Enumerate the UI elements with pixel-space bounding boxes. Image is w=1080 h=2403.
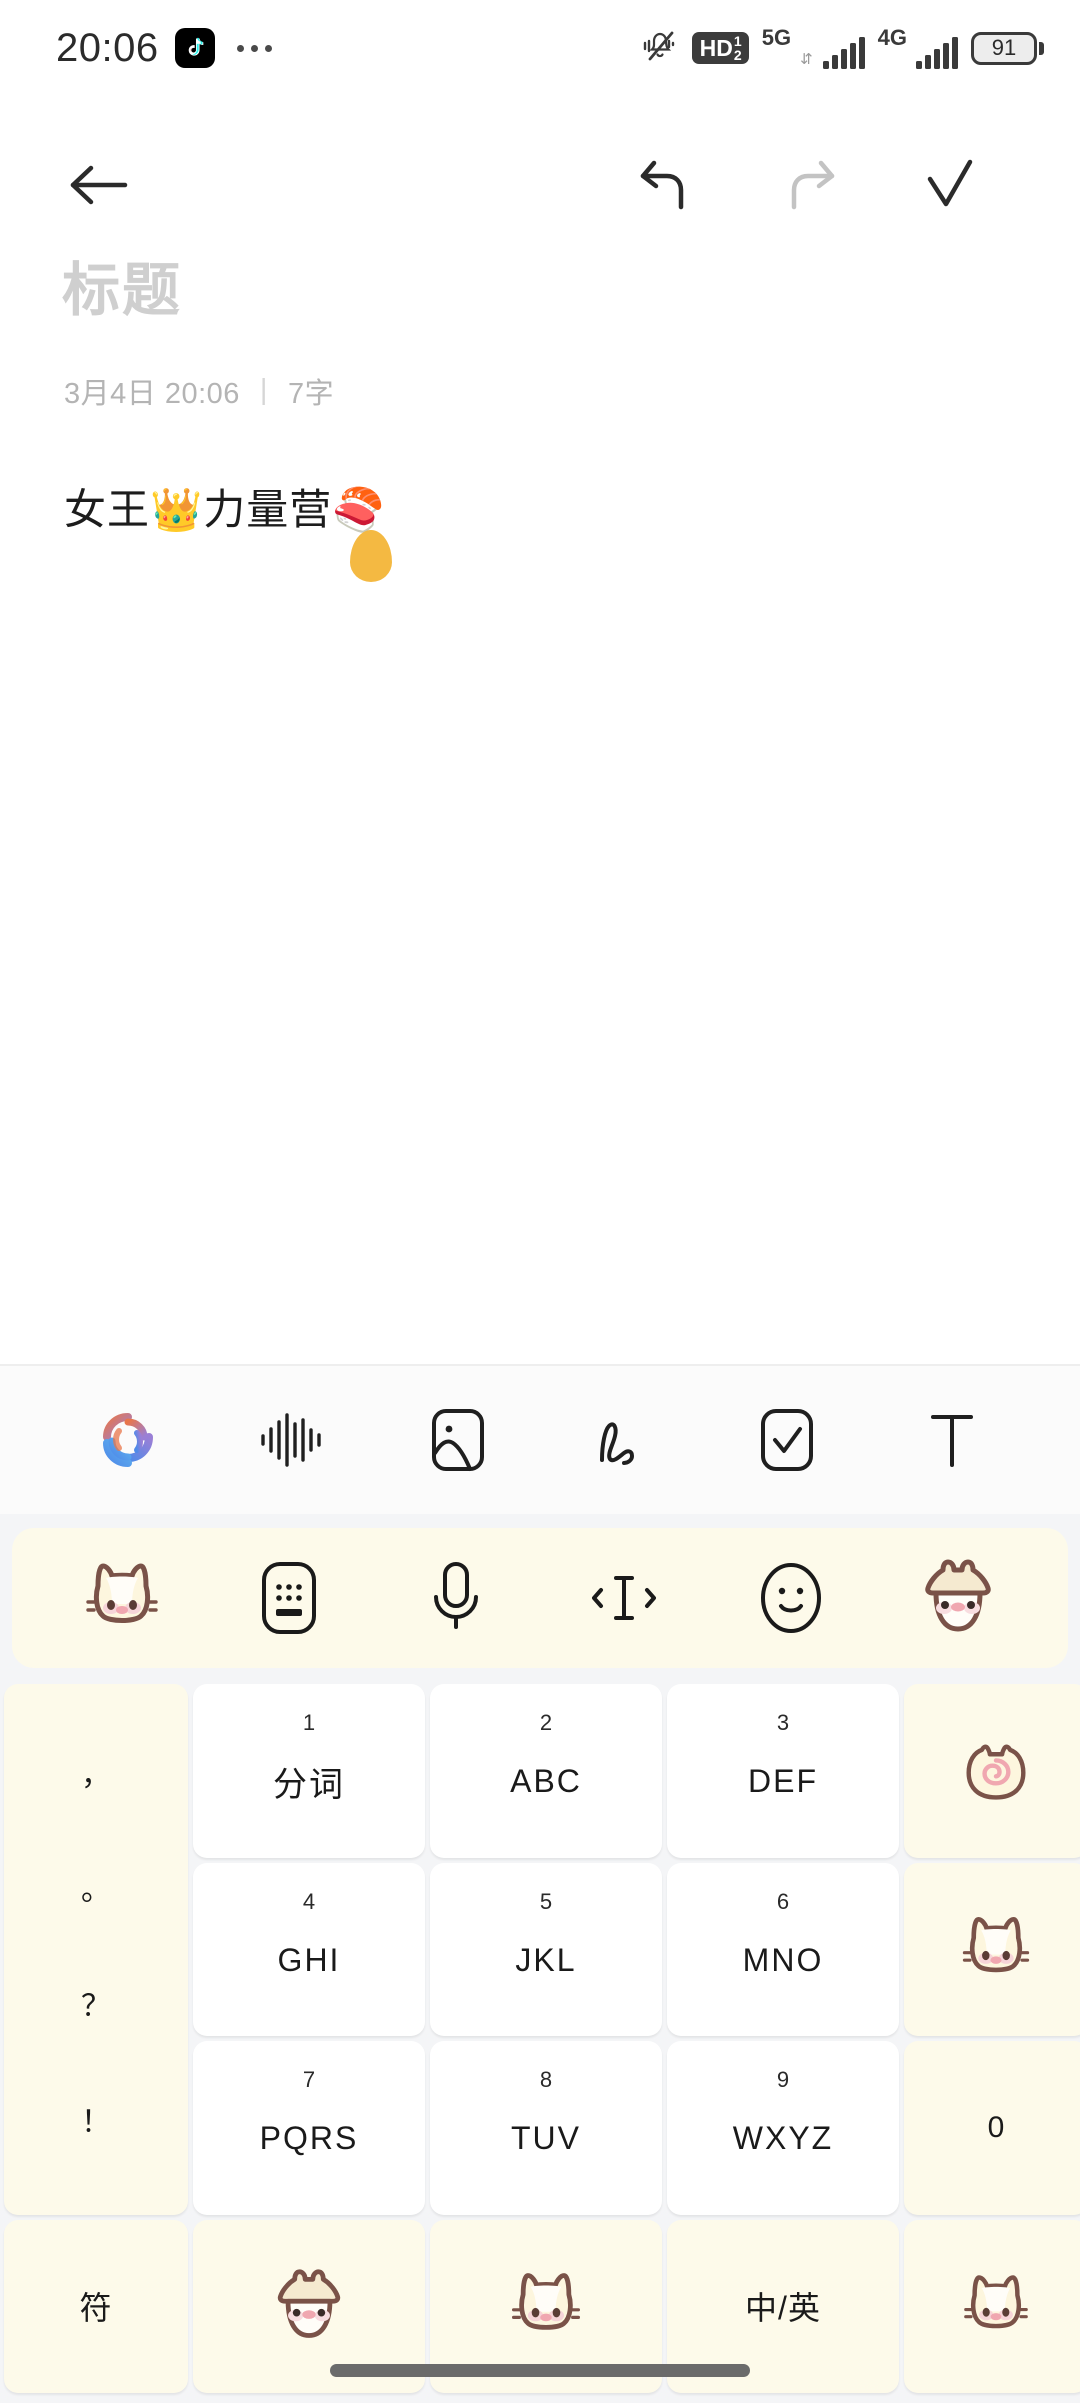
key-label: MNO <box>742 1941 824 1978</box>
key-number: 5 <box>539 1888 553 1914</box>
keyboard-switch-icon[interactable] <box>241 1550 337 1646</box>
microphone-icon[interactable] <box>408 1550 504 1646</box>
key-0[interactable]: 0 <box>904 2041 1080 2215</box>
status-bar: 20:06 HD 1 2 5G ⇵ 4G 91 <box>0 0 1080 96</box>
tiktok-icon <box>174 28 215 68</box>
hd-voice-icon: HD 1 2 <box>691 32 749 64</box>
keyboard-key-grid: ， 。 ？ ！ 1 分词 2 ABC 3 DEF 4 GHI 5 JKL 6 M… <box>0 1680 1080 2403</box>
note-body-value: 女王👑力量营🍣 <box>64 485 386 533</box>
text-format-icon[interactable] <box>904 1392 1000 1488</box>
redo-button[interactable] <box>765 150 855 220</box>
key-label: 符 <box>79 2290 113 2327</box>
punct-exclaim: ！ <box>81 2105 111 2139</box>
punct-comma: ， <box>81 1758 111 1792</box>
mascot-hat-icon[interactable] <box>910 1550 1006 1646</box>
mute-vibrate-icon <box>641 29 679 68</box>
key-3-def[interactable]: 3 DEF <box>667 1684 899 1858</box>
key-label: DEF <box>748 1763 818 1800</box>
app-screen: 20:06 HD 1 2 5G ⇵ 4G 91 标题 3月4日 20:06 | … <box>0 0 1080 2403</box>
key-number: 1 <box>302 1710 316 1735</box>
punctuation-key[interactable]: ， 。 ？ ！ <box>4 1684 188 2215</box>
key-8-tuv[interactable]: 8 TUV <box>430 2041 662 2215</box>
note-metadata: 3月4日 20:06 | 7字 <box>0 370 1080 412</box>
signal-5g: 5G ⇵ <box>762 27 865 69</box>
note-title-input[interactable]: 标题 <box>0 255 1080 328</box>
battery-level: 91 <box>991 35 1017 60</box>
emoji-smiley-icon[interactable] <box>743 1550 839 1646</box>
key-6-mno[interactable]: 6 MNO <box>667 1862 899 2036</box>
key-9-wxyz[interactable]: 9 WXYZ <box>667 2041 899 2215</box>
status-bar-left: 20:06 <box>56 26 272 71</box>
note-word-count: 7字 <box>287 377 335 410</box>
signal-bars-secondary <box>916 37 958 69</box>
hd-sub-top: 1 <box>733 33 742 49</box>
key-label: JKL <box>515 1941 577 1978</box>
hd-sub-bottom: 2 <box>733 47 742 63</box>
key-label: 中/英 <box>745 2290 821 2327</box>
note-content-area[interactable]: 标题 3月4日 20:06 | 7字 女王👑力量营🍣 <box>0 255 1080 582</box>
confirm-button[interactable] <box>905 150 995 220</box>
key-label: WXYZ <box>732 2120 834 2157</box>
key-5-jkl[interactable]: 5 JKL <box>430 1862 662 2036</box>
battery-indicator: 91 <box>971 31 1044 65</box>
key-number: 3 <box>776 1710 790 1735</box>
soft-keyboard: ， 。 ？ ！ 1 分词 2 ABC 3 DEF 4 GHI 5 JKL 6 M… <box>0 1514 1080 2403</box>
key-2-abc[interactable]: 2 ABC <box>430 1684 662 1858</box>
key-label: TUV <box>511 2120 581 2157</box>
mascot-cat-icon[interactable] <box>74 1550 170 1646</box>
status-time: 20:06 <box>56 25 159 70</box>
key-1-fenci[interactable]: 1 分词 <box>193 1684 425 1858</box>
handwriting-icon[interactable] <box>574 1392 670 1488</box>
symbols-key[interactable]: 符 <box>4 2219 188 2393</box>
voice-waveform-icon[interactable] <box>245 1392 341 1488</box>
key-number: 4 <box>302 1888 316 1914</box>
keyboard-toolbar <box>12 1528 1068 1668</box>
punct-period: 。 <box>81 1874 111 1908</box>
key-number: 6 <box>776 1888 790 1914</box>
clear-mascot-icon[interactable] <box>904 1862 1080 2036</box>
key-number: 9 <box>776 2067 790 2092</box>
backspace-mascot-icon[interactable] <box>904 1684 1080 1858</box>
key-label: GHI <box>277 1941 341 1978</box>
key-label: 0 <box>987 2110 1005 2144</box>
key-number: 7 <box>302 2067 316 2092</box>
key-label: PQRS <box>259 2120 359 2157</box>
enter-mascot-key[interactable] <box>904 2219 1080 2393</box>
key-label: ABC <box>510 1763 582 1800</box>
key-4-ghi[interactable]: 4 GHI <box>193 1862 425 2036</box>
status-bar-right: HD 1 2 5G ⇵ 4G 91 <box>641 27 1044 69</box>
partial-emoji-drop-icon <box>350 529 392 582</box>
network-label-primary: 5G <box>761 25 792 50</box>
more-dots-icon <box>236 44 272 52</box>
key-7-pqrs[interactable]: 7 PQRS <box>193 2041 425 2215</box>
key-number: 8 <box>539 2067 553 2092</box>
cursor-move-icon[interactable] <box>576 1550 672 1646</box>
image-icon[interactable] <box>410 1392 506 1488</box>
undo-button[interactable] <box>620 150 710 220</box>
hd-label: HD <box>699 34 733 61</box>
network-label-secondary: 4G <box>877 25 907 50</box>
ai-assistant-icon[interactable] <box>80 1392 176 1488</box>
key-number: 2 <box>539 1710 553 1735</box>
note-tool-row <box>0 1366 1080 1514</box>
editor-toolbar <box>0 130 1080 240</box>
checklist-icon[interactable] <box>739 1392 835 1488</box>
back-button[interactable] <box>55 150 145 220</box>
home-indicator[interactable] <box>330 2364 750 2377</box>
note-date: 3月4日 20:06 <box>64 377 240 410</box>
data-transfer-icon: ⇵ <box>800 51 813 68</box>
meta-separator: | <box>259 374 268 406</box>
signal-bars-primary <box>822 37 865 69</box>
key-label: 分词 <box>273 1766 345 1805</box>
note-body-text[interactable]: 女王👑力量营🍣 <box>0 478 1080 582</box>
punct-question: ？ <box>81 1990 111 2024</box>
signal-4g: 4G <box>878 27 958 69</box>
